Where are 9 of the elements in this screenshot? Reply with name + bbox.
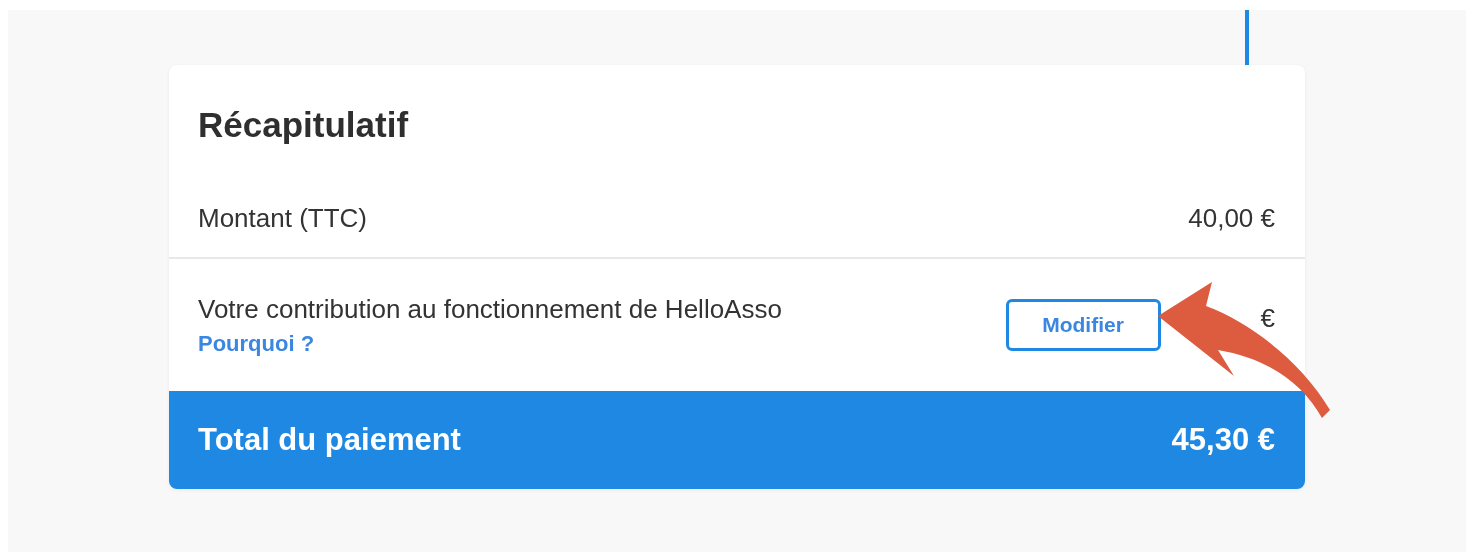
modify-button[interactable]: Modifier: [1005, 299, 1161, 351]
amount-label: Montant (TTC): [198, 203, 368, 234]
why-link[interactable]: Pourquoi ?: [198, 330, 782, 357]
contribution-label: Votre contribution au fonctionnement de HelloAsso: [198, 293, 782, 325]
total-value: 45,30 €: [1171, 422, 1275, 458]
summary-title: Récapitulatif: [197, 104, 410, 146]
amount-value: 40,00 €: [1188, 203, 1275, 234]
contribution-value: €: [1260, 302, 1275, 334]
total-label: Total du paiement: [198, 422, 461, 458]
